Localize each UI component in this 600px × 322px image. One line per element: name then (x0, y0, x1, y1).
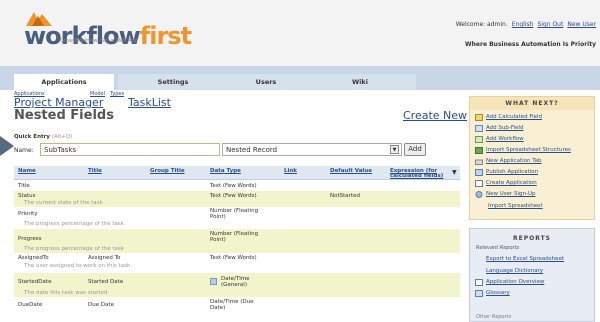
application-icon (475, 180, 483, 187)
quick-entry-label: Quick Entry (Alt+Q) (14, 134, 73, 140)
cell-data-type: Text (Few Words) (210, 255, 257, 261)
welcome-text: Welcome: admin. (455, 21, 508, 28)
cell-name: StartedDate (18, 279, 52, 285)
import-spreadsheet-structures-link[interactable]: Import Spreadsheet Structures (486, 147, 571, 153)
what-next-panel: WHAT NEXT? Add Calculated Field Add Sub-… (469, 96, 595, 220)
table-row[interactable]: AssignedTo Assigned To Text (Few Words) … (14, 253, 460, 273)
tagline: Grow Workflow. Get a Web App (60, 38, 138, 44)
pointer-arrow-icon (0, 136, 14, 156)
tab-applications[interactable]: Applications (14, 74, 114, 90)
what-next-title: WHAT NEXT? (470, 97, 594, 110)
workflow-icon (475, 136, 483, 143)
other-reports-label: Other Reports (476, 314, 512, 320)
cell-name: Priority (18, 211, 38, 217)
cell-data-type: Number (Floating Point) (210, 231, 259, 243)
main-content: Applications Model Types Project Manager… (0, 90, 600, 322)
cell-title: Due Date (88, 302, 114, 308)
calendar-icon (210, 278, 217, 285)
cell-title: Started Date (88, 279, 124, 285)
add-sub-field-link[interactable]: Add Sub-Field (486, 125, 524, 131)
cell-description: The progress percentage of the task (24, 246, 124, 252)
table-row[interactable]: Progress Number (Floating Point) The pro… (14, 229, 460, 253)
reports-title: REPORTS (513, 235, 551, 242)
column-header-default-value[interactable]: Default Value (330, 168, 372, 174)
cell-name: Title (18, 183, 30, 189)
spreadsheet-icon (475, 147, 483, 154)
breadcrumb-types-label[interactable]: Types (110, 91, 124, 97)
cell-description: The user assigned to work on this task (24, 263, 131, 269)
add-workflow-link[interactable]: Add Workflow (486, 136, 524, 142)
breadcrumb-types[interactable]: TaskList (128, 96, 171, 109)
table-row[interactable]: DueDate Due Date Date/Time (Due Date) (14, 297, 460, 317)
table-row[interactable]: Priority Number (Floating Point) The pro… (14, 207, 460, 229)
motto: Where Business Automation Is Priority (465, 41, 596, 48)
column-header-expression[interactable]: Expression (for calculated fields) (390, 168, 448, 179)
reports-panel: REPORTS Relevant Reports Export to Excel… (469, 228, 595, 322)
sub-field-icon (475, 125, 483, 132)
page-title: Nested Fields (14, 108, 114, 123)
column-header-data-type[interactable]: Data Type (210, 168, 241, 174)
language-dictionary-link[interactable]: Language Dictionary (486, 268, 543, 274)
tab-icon (475, 159, 483, 165)
create-application-link[interactable]: Create Application (486, 180, 537, 186)
cell-name: Status (18, 193, 36, 199)
add-calculated-field-link[interactable]: Add Calculated Field (486, 114, 542, 120)
cell-name: Progress (18, 236, 42, 242)
cell-description: The date this task was started (24, 290, 108, 296)
workflowfirst-logo[interactable]: workflowfirst (24, 10, 192, 50)
column-header-title[interactable]: Title (88, 168, 102, 174)
overview-icon (475, 279, 483, 286)
quick-entry-shortcut: (Alt+Q) (51, 134, 73, 140)
new-application-tab-link[interactable]: New Application Tab (486, 158, 542, 164)
table-header: Name Title Group Title Data Type Link De… (14, 166, 460, 180)
column-header-link[interactable]: Link (284, 168, 297, 174)
cell-data-type: Text (Few Words) (210, 193, 257, 199)
table-row[interactable]: StartedDate Started Date Date/Time (Gene… (14, 273, 460, 297)
calculator-icon (475, 114, 483, 121)
cell-data-type: Number (Floating Point) (210, 208, 259, 220)
logo-text: workflowfirst (24, 22, 192, 50)
chevron-down-icon[interactable]: ▼ (390, 145, 399, 154)
new-user-sign-up-link[interactable]: New User Sign-Up (486, 191, 536, 197)
cell-default-value: NotStarted (330, 193, 360, 199)
user-signup-icon (475, 191, 483, 198)
export-excel-link[interactable]: Export to Excel Spreadsheet (486, 256, 564, 262)
glossary-icon (475, 290, 483, 297)
data-type-select[interactable]: Nested Record (222, 143, 402, 156)
import-spreadsheet-link[interactable]: Import Spreadsheet (488, 203, 543, 209)
publish-icon (475, 169, 483, 176)
create-new-link[interactable]: Create New (403, 109, 467, 122)
name-label: Name: (14, 147, 34, 154)
add-button[interactable]: Add (404, 143, 426, 156)
glossary-link[interactable]: Glossary (486, 290, 510, 296)
application-overview-link[interactable]: Application Overview (486, 279, 544, 285)
cell-description: The current state of the task (24, 200, 103, 206)
tab-bar: Applications Settings Users Wiki (0, 66, 600, 90)
table-row[interactable]: Status Text (Few Words) NotStarted The c… (14, 191, 460, 207)
column-header-name[interactable]: Name (18, 168, 36, 174)
language-link[interactable]: English (512, 21, 534, 28)
cell-name: AssignedTo (18, 255, 49, 261)
cell-name: DueDate (18, 302, 43, 308)
sign-out-link[interactable]: Sign Out (537, 21, 563, 28)
cell-description: The progress percentage of the task (24, 221, 124, 227)
table-row[interactable]: Title Text (Few Words) (14, 181, 460, 191)
cell-data-type: Text (Few Words) (210, 183, 257, 189)
cell-title: Assigned To (88, 255, 121, 261)
new-user-link[interactable]: New User (567, 21, 596, 28)
cell-data-type: Date/Time (General) (221, 276, 250, 288)
tab-wiki[interactable]: Wiki (304, 74, 416, 90)
publish-application-link[interactable]: Publish Application (486, 169, 538, 175)
app-header: workflowfirst Grow Workflow. Get a Web A… (0, 0, 600, 66)
column-header-group-title[interactable]: Group Title (150, 168, 185, 174)
reports-subtitle: Relevant Reports (476, 245, 520, 251)
welcome-bar: Welcome: admin. English Sign Out New User (456, 21, 596, 28)
column-menu-icon[interactable]: ▼ (452, 169, 457, 176)
cell-data-type: Date/Time (Due Date) (210, 299, 254, 311)
name-input[interactable]: SubTasks (40, 143, 220, 156)
